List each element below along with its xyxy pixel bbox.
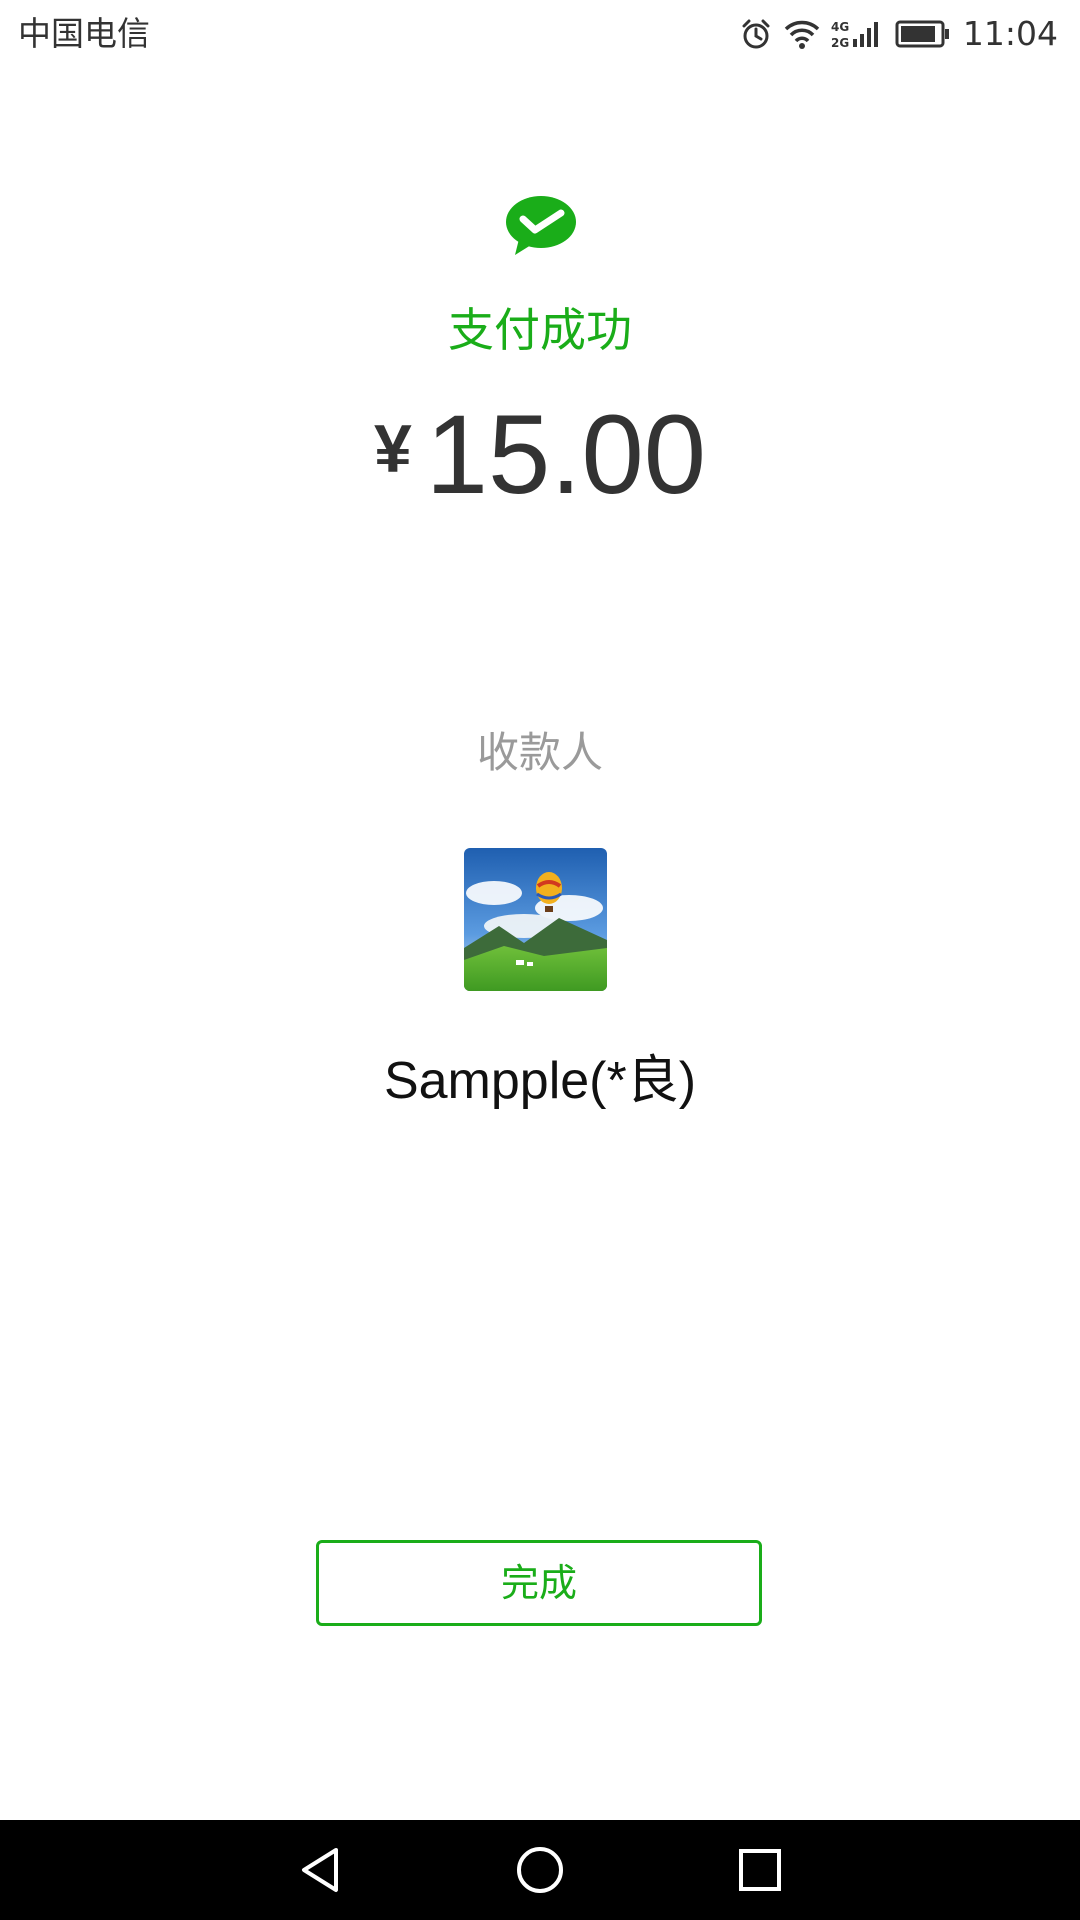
payee-avatar <box>464 848 607 991</box>
battery-icon <box>895 19 951 49</box>
clock: 11:04 <box>962 14 1058 53</box>
status-icons: 4G 2G 11:04 <box>739 14 1058 54</box>
amount-value: 15.00 <box>425 392 707 517</box>
currency-symbol: ¥ <box>373 411 412 487</box>
payment-amount: ¥15.00 <box>0 395 1080 548</box>
payment-success-title: 支付成功 <box>448 303 632 357</box>
payee-name: Sampple(*良) <box>383 1052 697 1110</box>
svg-text:4G: 4G <box>831 20 849 34</box>
alarm-icon <box>739 17 773 51</box>
back-icon[interactable] <box>290 1840 350 1900</box>
wifi-icon <box>783 18 821 50</box>
done-button[interactable]: 完成 <box>316 1540 762 1626</box>
status-bar: 中国电信 4G 2G 11:04 <box>0 0 1080 70</box>
signal-icon: 4G 2G <box>831 17 885 51</box>
recents-icon[interactable] <box>730 1840 790 1900</box>
navigation-bar <box>0 1820 1080 1920</box>
carrier-name: 中国电信 <box>18 14 150 53</box>
payee-label: 收款人 <box>476 728 603 777</box>
payment-success-screen: 中国电信 4G 2G 11:04 支付成功 ¥ 15.00 收款人 Samppl… <box>0 0 1080 1920</box>
wechat-pay-icon <box>505 195 577 257</box>
svg-text:2G: 2G <box>831 36 849 50</box>
home-icon[interactable] <box>510 1840 570 1900</box>
